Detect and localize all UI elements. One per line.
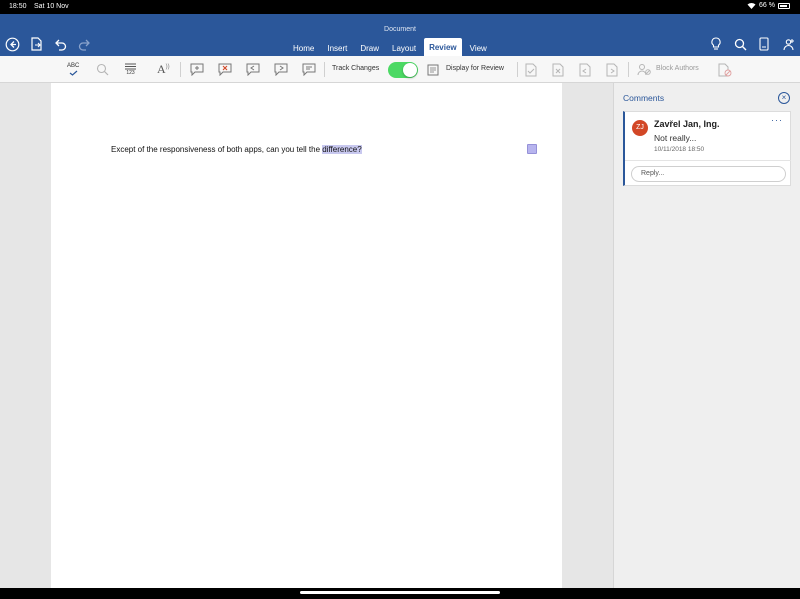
track-changes-toggle[interactable] bbox=[388, 62, 418, 78]
more-options-icon[interactable]: ··· bbox=[771, 115, 783, 125]
word-count-label: 123 bbox=[126, 70, 135, 76]
smart-lookup-icon[interactable] bbox=[96, 62, 109, 77]
avatar: ZJ bbox=[632, 120, 648, 136]
track-changes-label: Track Changes bbox=[332, 65, 380, 72]
status-right: 66 % bbox=[747, 2, 790, 9]
toolbar-divider bbox=[628, 62, 629, 77]
close-icon[interactable]: × bbox=[778, 92, 790, 104]
tab-view[interactable]: View bbox=[465, 40, 492, 56]
tab-draw[interactable]: Draw bbox=[355, 40, 384, 56]
spelling-label: ABC bbox=[67, 63, 80, 69]
redo-icon[interactable] bbox=[76, 36, 92, 52]
status-date: Sat 10 Nov bbox=[34, 3, 69, 10]
display-for-review-icon[interactable] bbox=[427, 62, 441, 77]
undo-icon[interactable] bbox=[52, 36, 68, 52]
toolbar-divider bbox=[324, 62, 325, 77]
lightbulb-icon[interactable] bbox=[708, 36, 724, 52]
new-comment-icon[interactable] bbox=[190, 62, 204, 77]
phone-layout-icon[interactable] bbox=[756, 36, 772, 52]
tab-home[interactable]: Home bbox=[288, 40, 319, 56]
delete-comment-icon[interactable] bbox=[218, 62, 232, 77]
document-page[interactable]: Except of the responsiveness of both app… bbox=[51, 83, 562, 588]
previous-comment-icon[interactable] bbox=[246, 62, 260, 77]
unblock-icon[interactable] bbox=[718, 62, 732, 77]
document-paragraph[interactable]: Except of the responsiveness of both app… bbox=[111, 145, 362, 154]
wifi-icon bbox=[747, 2, 756, 9]
comments-pane: Comments × ZJ Zavřel Jan, Ing. ··· Not r… bbox=[613, 83, 800, 588]
block-authors-icon[interactable] bbox=[637, 62, 651, 77]
home-indicator[interactable] bbox=[300, 591, 500, 594]
comments-pane-title: Comments bbox=[623, 93, 665, 103]
comment-author: Zavřel Jan, Ing. bbox=[654, 119, 720, 129]
status-time: 18:50 bbox=[9, 3, 27, 10]
status-bar: 18:50 Sat 10 Nov 66 % bbox=[0, 0, 800, 14]
back-icon[interactable] bbox=[4, 36, 20, 52]
next-comment-icon[interactable] bbox=[274, 62, 288, 77]
share-icon[interactable] bbox=[780, 36, 796, 52]
check-icon bbox=[69, 70, 78, 76]
comment-marker-icon[interactable] bbox=[527, 144, 537, 154]
block-authors-label[interactable]: Block Authors bbox=[656, 65, 699, 72]
document-workspace: Except of the responsiveness of both app… bbox=[0, 83, 613, 588]
word-count-button[interactable]: 123 bbox=[125, 62, 136, 77]
toolbar-divider bbox=[180, 62, 181, 77]
show-comments-icon[interactable] bbox=[302, 62, 316, 77]
reply-input[interactable]: Reply... bbox=[631, 166, 786, 182]
battery-icon bbox=[778, 2, 790, 9]
reject-change-icon[interactable] bbox=[552, 62, 564, 77]
home-indicator-bar bbox=[0, 588, 800, 599]
battery-percent: 66 % bbox=[759, 2, 775, 9]
comment-text: Not really... bbox=[654, 133, 697, 143]
tab-review[interactable]: Review bbox=[424, 38, 462, 56]
selected-text[interactable]: difference? bbox=[322, 145, 362, 154]
comment-timestamp: 10/11/2018 18:50 bbox=[654, 146, 705, 153]
tab-layout[interactable]: Layout bbox=[387, 40, 421, 56]
read-aloud-icon[interactable]: A)) bbox=[157, 62, 170, 77]
file-icon[interactable] bbox=[28, 36, 44, 52]
app-bar: Document Home Insert Draw Layout Review … bbox=[0, 14, 800, 56]
comment-divider bbox=[625, 160, 791, 161]
spelling-button[interactable]: ABC bbox=[67, 62, 79, 77]
search-icon[interactable] bbox=[732, 36, 748, 52]
review-toolbar: ABC 123 A)) Track Changes Display for Re… bbox=[0, 56, 800, 83]
comment-card[interactable]: ZJ Zavřel Jan, Ing. ··· Not really... 10… bbox=[623, 111, 791, 186]
paragraph-text: Except of the responsiveness of both app… bbox=[111, 145, 323, 154]
tab-insert[interactable]: Insert bbox=[322, 40, 352, 56]
next-change-icon[interactable] bbox=[606, 62, 618, 77]
ribbon-tabs: Home Insert Draw Layout Review View bbox=[288, 38, 495, 56]
document-title: Document bbox=[384, 26, 416, 33]
toolbar-divider bbox=[517, 62, 518, 77]
lines-icon bbox=[125, 63, 136, 70]
display-for-review-label[interactable]: Display for Review bbox=[446, 65, 504, 72]
accept-change-icon[interactable] bbox=[525, 62, 537, 77]
previous-change-icon[interactable] bbox=[579, 62, 591, 77]
